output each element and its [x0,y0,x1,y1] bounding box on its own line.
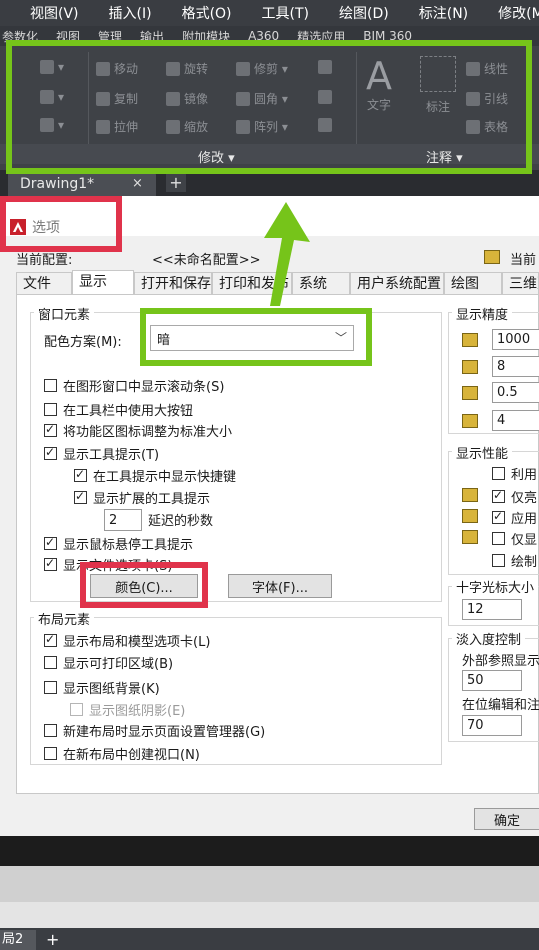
contour-lines-icon [462,414,478,428]
checkbox-box[interactable] [74,467,87,482]
display-resolution-title: 显示精度 [452,304,513,323]
layout-elements-title: 布局元素 [34,609,95,628]
perf-checkbox-4[interactable]: 仅显 [492,529,537,548]
show-tooltips-checkbox[interactable]: 显示工具提示(T) [44,444,159,463]
perf-checkbox-2[interactable]: 仅亮 [492,487,537,506]
inplace-edit-label: 在位编辑和注 [462,698,539,713]
ok-button[interactable]: 确定 [474,808,539,830]
display-performance-title: 显示性能 [452,443,513,462]
checkbox-box[interactable] [44,535,57,550]
rollover-tooltips-checkbox[interactable]: 显示鼠标悬停工具提示 [44,534,193,553]
menu-bar: 视图(V) 插入(I) 格式(O) 工具(T) 绘图(D) 标注(N) 修改(M… [0,0,539,26]
drawing-icon [484,250,500,264]
checkbox-box[interactable] [492,467,505,480]
perf-checkbox-1[interactable]: 利用 [492,464,537,483]
new-tab-plus-icon[interactable]: + [166,174,186,192]
checkbox-box[interactable] [44,747,57,760]
checkbox-box[interactable] [44,403,57,416]
create-viewport-checkbox[interactable]: 在新布局中创建视口(N) [44,744,200,763]
checkbox-box[interactable] [44,556,57,571]
checkbox-box[interactable] [44,681,57,694]
color-scheme-label: 配色方案(M): [44,335,122,350]
checkbox-box[interactable] [44,724,57,737]
menu-insert[interactable]: 插入(I) [109,3,152,23]
arrow-up-icon [264,202,310,306]
perf-checkbox-3[interactable]: 应用 [492,508,537,527]
tab-user-preferences[interactable]: 用户系统配置 [350,272,444,294]
performance-icon [462,509,478,523]
menu-view[interactable]: 视图(V) [30,3,79,23]
menu-dimension[interactable]: 标注(N) [419,3,468,23]
checkbox-box[interactable] [492,509,505,524]
perf-checkbox-5[interactable]: 绘制 [492,551,537,570]
performance-icon [462,488,478,502]
layout-model-tabs-checkbox[interactable]: 显示布局和模型选项卡(L) [44,631,210,650]
add-layout-plus-icon[interactable]: + [46,931,59,949]
paper-shadow-checkbox: 显示图纸阴影(E) [70,700,185,719]
page-setup-manager-checkbox[interactable]: 新建布局时显示页面设置管理器(G) [44,721,265,740]
checkbox-box [70,703,83,716]
checkbox-box[interactable] [74,489,87,504]
paper-background-checkbox[interactable]: 显示图纸背景(K) [44,678,160,697]
dialog-title-highlight-box [0,196,122,252]
printable-area-checkbox[interactable]: 显示可打印区域(B) [44,653,173,672]
large-buttons-checkbox[interactable]: 在工具栏中使用大按钮 [44,400,193,419]
menu-tools[interactable]: 工具(T) [262,3,309,23]
delay-seconds-input[interactable]: 2 [104,509,142,531]
window-elements-title: 窗口元素 [34,304,95,323]
color-scheme-highlight-box [140,308,372,366]
polyline-segments-input[interactable]: 8 [492,356,539,377]
menu-format[interactable]: 格式(O) [182,3,232,23]
crosshair-size-input[interactable]: 12 [462,599,522,620]
crosshair-size-title: 十字光标大小 [452,577,539,596]
delay-seconds-label: 延迟的秒数 [148,514,214,529]
ribbon-highlight-box [6,40,532,174]
layout-tab[interactable]: 局2 [0,930,36,950]
performance-icon [462,530,478,544]
checkbox-box[interactable] [492,488,505,503]
extended-tooltips-checkbox[interactable]: 显示扩展的工具提示 [74,488,210,507]
checkbox-box[interactable] [44,422,57,437]
render-smoothness-icon [462,386,478,400]
tab-drafting[interactable]: 绘图 [444,272,502,294]
checkbox-box[interactable] [44,379,57,392]
inplace-edit-input[interactable]: 70 [462,715,522,736]
contour-lines-input[interactable]: 4 [492,410,539,431]
current-profile-value: <<未命名配置>> [152,253,261,268]
scrollbars-checkbox[interactable]: 在图形窗口中显示滚动条(S) [44,376,224,395]
colors-button-highlight-box [80,562,208,608]
current-drawing-label: 当前 [510,253,537,268]
xref-fade-input[interactable]: 50 [462,670,522,691]
arc-smoothness-input[interactable]: 1000 [492,329,539,350]
menu-draw[interactable]: 绘图(D) [339,3,389,23]
command-line[interactable] [0,866,539,902]
tooltip-shortcut-checkbox[interactable]: 在工具提示中显示快捷键 [74,466,236,485]
render-smoothness-input[interactable]: 0.5 [492,382,539,403]
arc-smoothness-icon [462,333,478,347]
status-strip [0,902,539,928]
tab-display[interactable]: 显示 [72,270,134,296]
fonts-button[interactable]: 字体(F)... [228,574,332,598]
polyline-segments-icon [462,360,478,374]
checkbox-box[interactable] [492,554,505,567]
tab-open-save[interactable]: 打开和保存 [134,272,212,294]
checkbox-box[interactable] [44,632,57,647]
menu-modify[interactable]: 修改(M) [498,3,539,23]
resize-ribbon-icons-checkbox[interactable]: 将功能区图标调整为标准大小 [44,421,232,440]
checkbox-box[interactable] [44,445,57,460]
tab-files[interactable]: 文件 [16,272,72,294]
xref-fade-label: 外部参照显示 [462,654,539,669]
layout-tab-bar [0,928,539,950]
tab-3d-modeling[interactable]: 三维建 [502,272,539,294]
checkbox-box[interactable] [44,656,57,669]
drawing-area [0,836,539,866]
close-icon[interactable]: × [132,172,143,196]
fade-control-title: 淡入度控制 [452,629,526,648]
checkbox-box[interactable] [492,532,505,545]
